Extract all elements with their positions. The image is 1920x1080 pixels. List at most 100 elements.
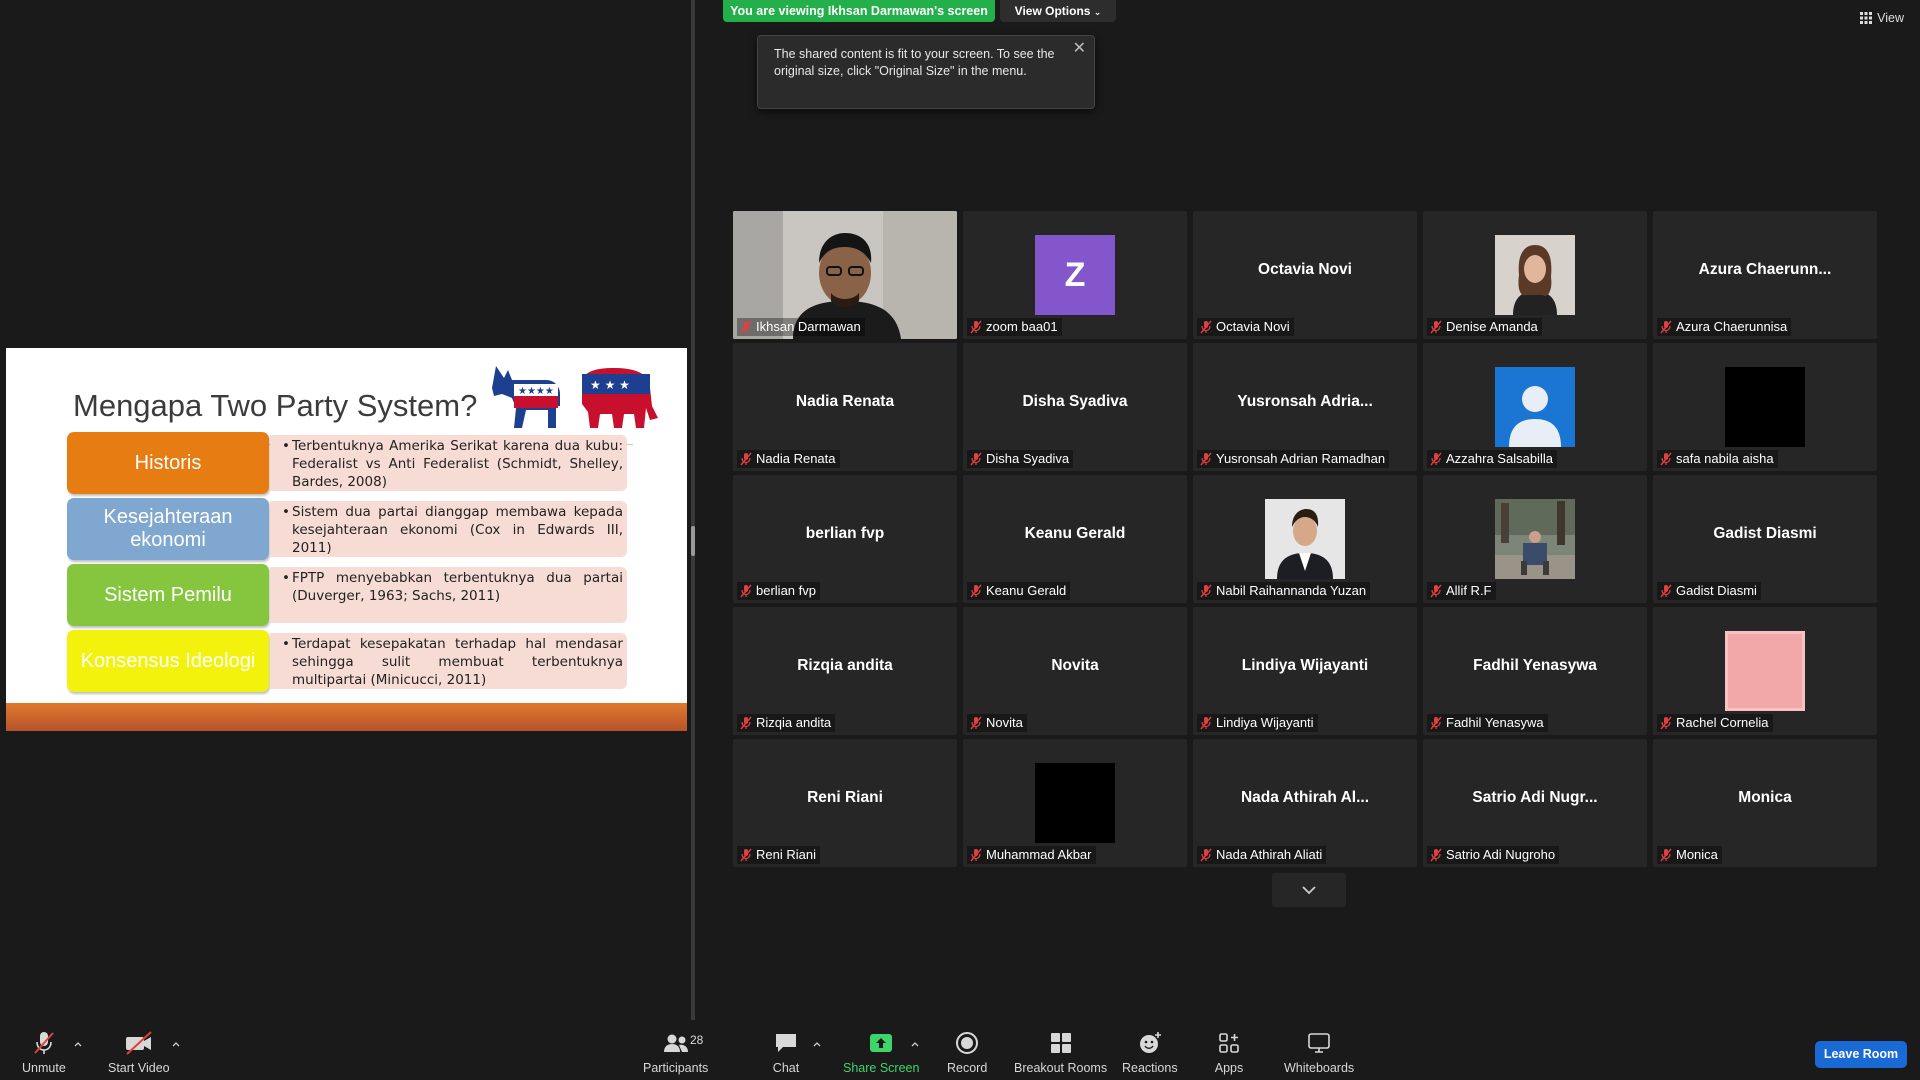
record-icon <box>956 1032 979 1054</box>
participant-display-name: Nadia Renata <box>795 393 895 410</box>
video-off-icon <box>125 1031 152 1055</box>
participant-tile[interactable]: Rachel Cornelia <box>1653 607 1877 735</box>
slide-row-historis: Historis Terbentuknya Amerika Serikat ka… <box>67 432 637 494</box>
apps-icon <box>1219 1033 1239 1053</box>
unmute-button[interactable]: Unmute <box>22 1030 66 1075</box>
participant-tile[interactable]: Denise Amanda <box>1423 211 1647 339</box>
participant-tile[interactable]: Nada Athirah Al... Nada Athirah Aliati <box>1193 739 1417 867</box>
participant-display-name: Octavia Novi <box>1258 261 1352 278</box>
participant-tile[interactable]: Azzahra Salsabilla <box>1423 343 1647 471</box>
video-options-caret-icon[interactable] <box>171 1040 181 1050</box>
participant-name: Nada Athirah Aliati <box>1216 847 1323 862</box>
share-options-caret-icon[interactable] <box>910 1040 920 1050</box>
participant-name: Nabil Raihannanda Yuzan <box>1216 583 1367 598</box>
muted-microphone-icon <box>1430 320 1442 334</box>
next-page-button[interactable] <box>1272 873 1346 907</box>
chat-label: Chat <box>772 1061 800 1075</box>
reactions-button[interactable]: Reactions <box>1122 1030 1178 1075</box>
participant-name: Allif R.F <box>1446 583 1492 598</box>
participant-tile[interactable]: Yusronsah Adria... Yusronsah Adrian Ramad… <box>1193 343 1417 471</box>
participant-tile[interactable]: Allif R.F <box>1423 475 1647 603</box>
participant-display-name: Fadhil Yenasywa <box>1473 657 1597 674</box>
participant-tile[interactable]: Nabil Raihannanda Yuzan <box>1193 475 1417 603</box>
participant-tile[interactable]: Azura Chaerunn... Azura Chaerunnisa <box>1653 211 1877 339</box>
participant-name: Yusronsah Adrian Ramadhan <box>1216 451 1386 466</box>
share-screen-label: Share Screen <box>843 1061 920 1075</box>
participant-name-label: Muhammad Akbar <box>967 846 1096 864</box>
slide-row-konsensus: Konsensus Ideologi Terdapat kesepakatan … <box>67 630 637 692</box>
participant-display-name: Nada Athirah Al... <box>1240 789 1370 806</box>
slide-row-kesejahteraan: Kesejahteraan ekonomi Sistem dua partai … <box>67 498 637 560</box>
participant-tile[interactable]: Ikhsan Darmawan <box>733 211 957 339</box>
muted-microphone-icon <box>740 584 752 598</box>
muted-microphone-icon <box>740 320 752 334</box>
record-button[interactable]: Record <box>947 1030 987 1075</box>
participant-tile[interactable]: Octavia Novi Octavia Novi <box>1193 211 1417 339</box>
participant-name-label: Lindiya Wijayanti <box>1197 714 1318 732</box>
split-divider-handle[interactable] <box>691 526 695 556</box>
view-button[interactable]: View <box>1860 11 1904 25</box>
audio-options-caret-icon[interactable] <box>73 1040 83 1050</box>
participant-tile[interactable]: Novita Novita <box>963 607 1187 735</box>
participant-tile[interactable]: Satrio Adi Nugr... Satrio Adi Nugroho <box>1423 739 1647 867</box>
participant-name-label: Octavia Novi <box>1197 318 1294 336</box>
participant-tile[interactable]: Monica Monica <box>1653 739 1877 867</box>
apps-button[interactable]: Apps <box>1214 1030 1244 1075</box>
participant-tile[interactable]: safa nabila aisha <box>1653 343 1877 471</box>
muted-microphone-icon <box>740 848 752 862</box>
slide-title: Mengapa Two Party System? <box>73 388 478 423</box>
reactions-smiley-icon <box>1139 1032 1161 1053</box>
participant-tile[interactable]: berlian fvp berlian fvp <box>733 475 957 603</box>
whiteboards-button[interactable]: Whiteboards <box>1284 1030 1354 1075</box>
participant-name-label: Monica <box>1657 846 1722 864</box>
participants-label: Participants <box>643 1061 709 1075</box>
muted-microphone-icon <box>1430 584 1442 598</box>
muted-microphone-icon <box>34 1032 54 1054</box>
participant-tile[interactable]: Nadia Renata Nadia Renata <box>733 343 957 471</box>
participant-name: Octavia Novi <box>1216 319 1290 334</box>
participant-tile[interactable]: Disha Syadiva Disha Syadiva <box>963 343 1187 471</box>
participant-name: safa nabila aisha <box>1676 451 1774 466</box>
participant-tile[interactable]: Gadist Diasmi Gadist Diasmi <box>1653 475 1877 603</box>
participant-display-name: Novita <box>1051 657 1099 674</box>
participant-tile[interactable]: Rizqia andita Rizqia andita <box>733 607 957 735</box>
close-icon[interactable]: ✕ <box>1073 40 1086 57</box>
avatar-photo <box>1035 763 1115 843</box>
participant-name-label: Nabil Raihannanda Yuzan <box>1197 582 1371 600</box>
viewing-screen-banner: You are viewing Ikhsan Darmawan's screen <box>723 0 995 22</box>
split-divider[interactable] <box>691 0 695 1025</box>
svg-text:★★★★: ★★★★ <box>518 386 554 397</box>
participant-name: zoom baa01 <box>986 319 1058 334</box>
avatar: Z <box>1035 235 1115 315</box>
tooltip-text: The shared content is fit to your screen… <box>774 47 1055 78</box>
participant-tile[interactable]: Reni Riani Reni Riani <box>733 739 957 867</box>
participant-name-label: Ikhsan Darmawan <box>737 318 865 336</box>
slide-row-text: Terdapat kesepakatan terhadap hal mendas… <box>270 633 627 689</box>
participant-tile[interactable]: Lindiya Wijayanti Lindiya Wijayanti <box>1193 607 1417 735</box>
participant-name: Nadia Renata <box>756 451 836 466</box>
share-screen-button[interactable]: Share Screen <box>843 1030 919 1075</box>
participant-tile[interactable]: Muhammad Akbar <box>963 739 1187 867</box>
muted-microphone-icon <box>1200 452 1212 466</box>
participant-name: Azzahra Salsabilla <box>1446 451 1553 466</box>
slide-row-label: Kesejahteraan ekonomi <box>67 498 269 560</box>
chat-options-caret-icon[interactable] <box>812 1040 822 1050</box>
view-options-button[interactable]: View Options ⌄ <box>1000 0 1116 22</box>
participant-name: berlian fvp <box>756 583 816 598</box>
muted-microphone-icon <box>1200 320 1212 334</box>
leave-room-button[interactable]: Leave Room <box>1815 1041 1907 1068</box>
participant-name-label: Disha Syadiva <box>967 450 1074 468</box>
participant-tile[interactable]: Keanu Gerald Keanu Gerald <box>963 475 1187 603</box>
participant-name: Lindiya Wijayanti <box>1216 715 1314 730</box>
chat-button[interactable]: Chat <box>771 1030 801 1075</box>
participant-display-name: Monica <box>1738 789 1792 806</box>
participant-display-name: Disha Syadiva <box>1022 393 1128 410</box>
participant-name-label: Keanu Gerald <box>967 582 1071 600</box>
participant-name: Gadist Diasmi <box>1676 583 1757 598</box>
start-video-button[interactable]: Start Video <box>108 1030 170 1075</box>
breakout-rooms-button[interactable]: Breakout Rooms <box>1014 1030 1107 1075</box>
participant-name-label: berlian fvp <box>737 582 820 600</box>
muted-microphone-icon <box>970 848 982 862</box>
participant-tile[interactable]: Fadhil Yenasywa Fadhil Yenasywa <box>1423 607 1647 735</box>
participant-tile[interactable]: Zzoom baa01 <box>963 211 1187 339</box>
